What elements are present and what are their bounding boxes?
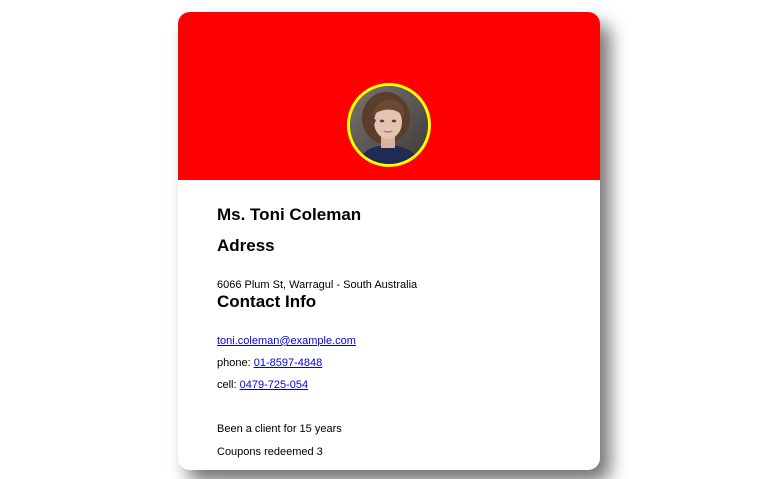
coupons-text: Coupons redeemed 3 [217,446,323,458]
customer-name: Ms. Toni Coleman [217,205,362,224]
email-link[interactable]: toni.coleman@example.com [217,335,356,347]
phone-link[interactable]: 01-8597-4848 [254,357,323,369]
client-since-text: Been a client for 15 years [217,423,342,435]
phone-line: phone: 01-8597-4848 [217,357,322,369]
address-heading: Adress [217,236,275,255]
profile-card: Ms. Toni Coleman Adress 6066 Plum St, Wa… [178,12,600,470]
phone-label: phone: [217,357,254,369]
card-header-banner [178,12,600,180]
cell-label: cell: [217,379,240,391]
avatar-photo [350,86,428,164]
address-text: 6066 Plum St, Warragul - South Australia [217,279,418,291]
cell-line: cell: 0479-725-054 [217,379,308,391]
cell-link[interactable]: 0479-725-054 [240,379,309,391]
email-line: toni.coleman@example.com [217,335,356,347]
avatar [347,83,431,167]
contact-heading: Contact Info [217,292,317,311]
